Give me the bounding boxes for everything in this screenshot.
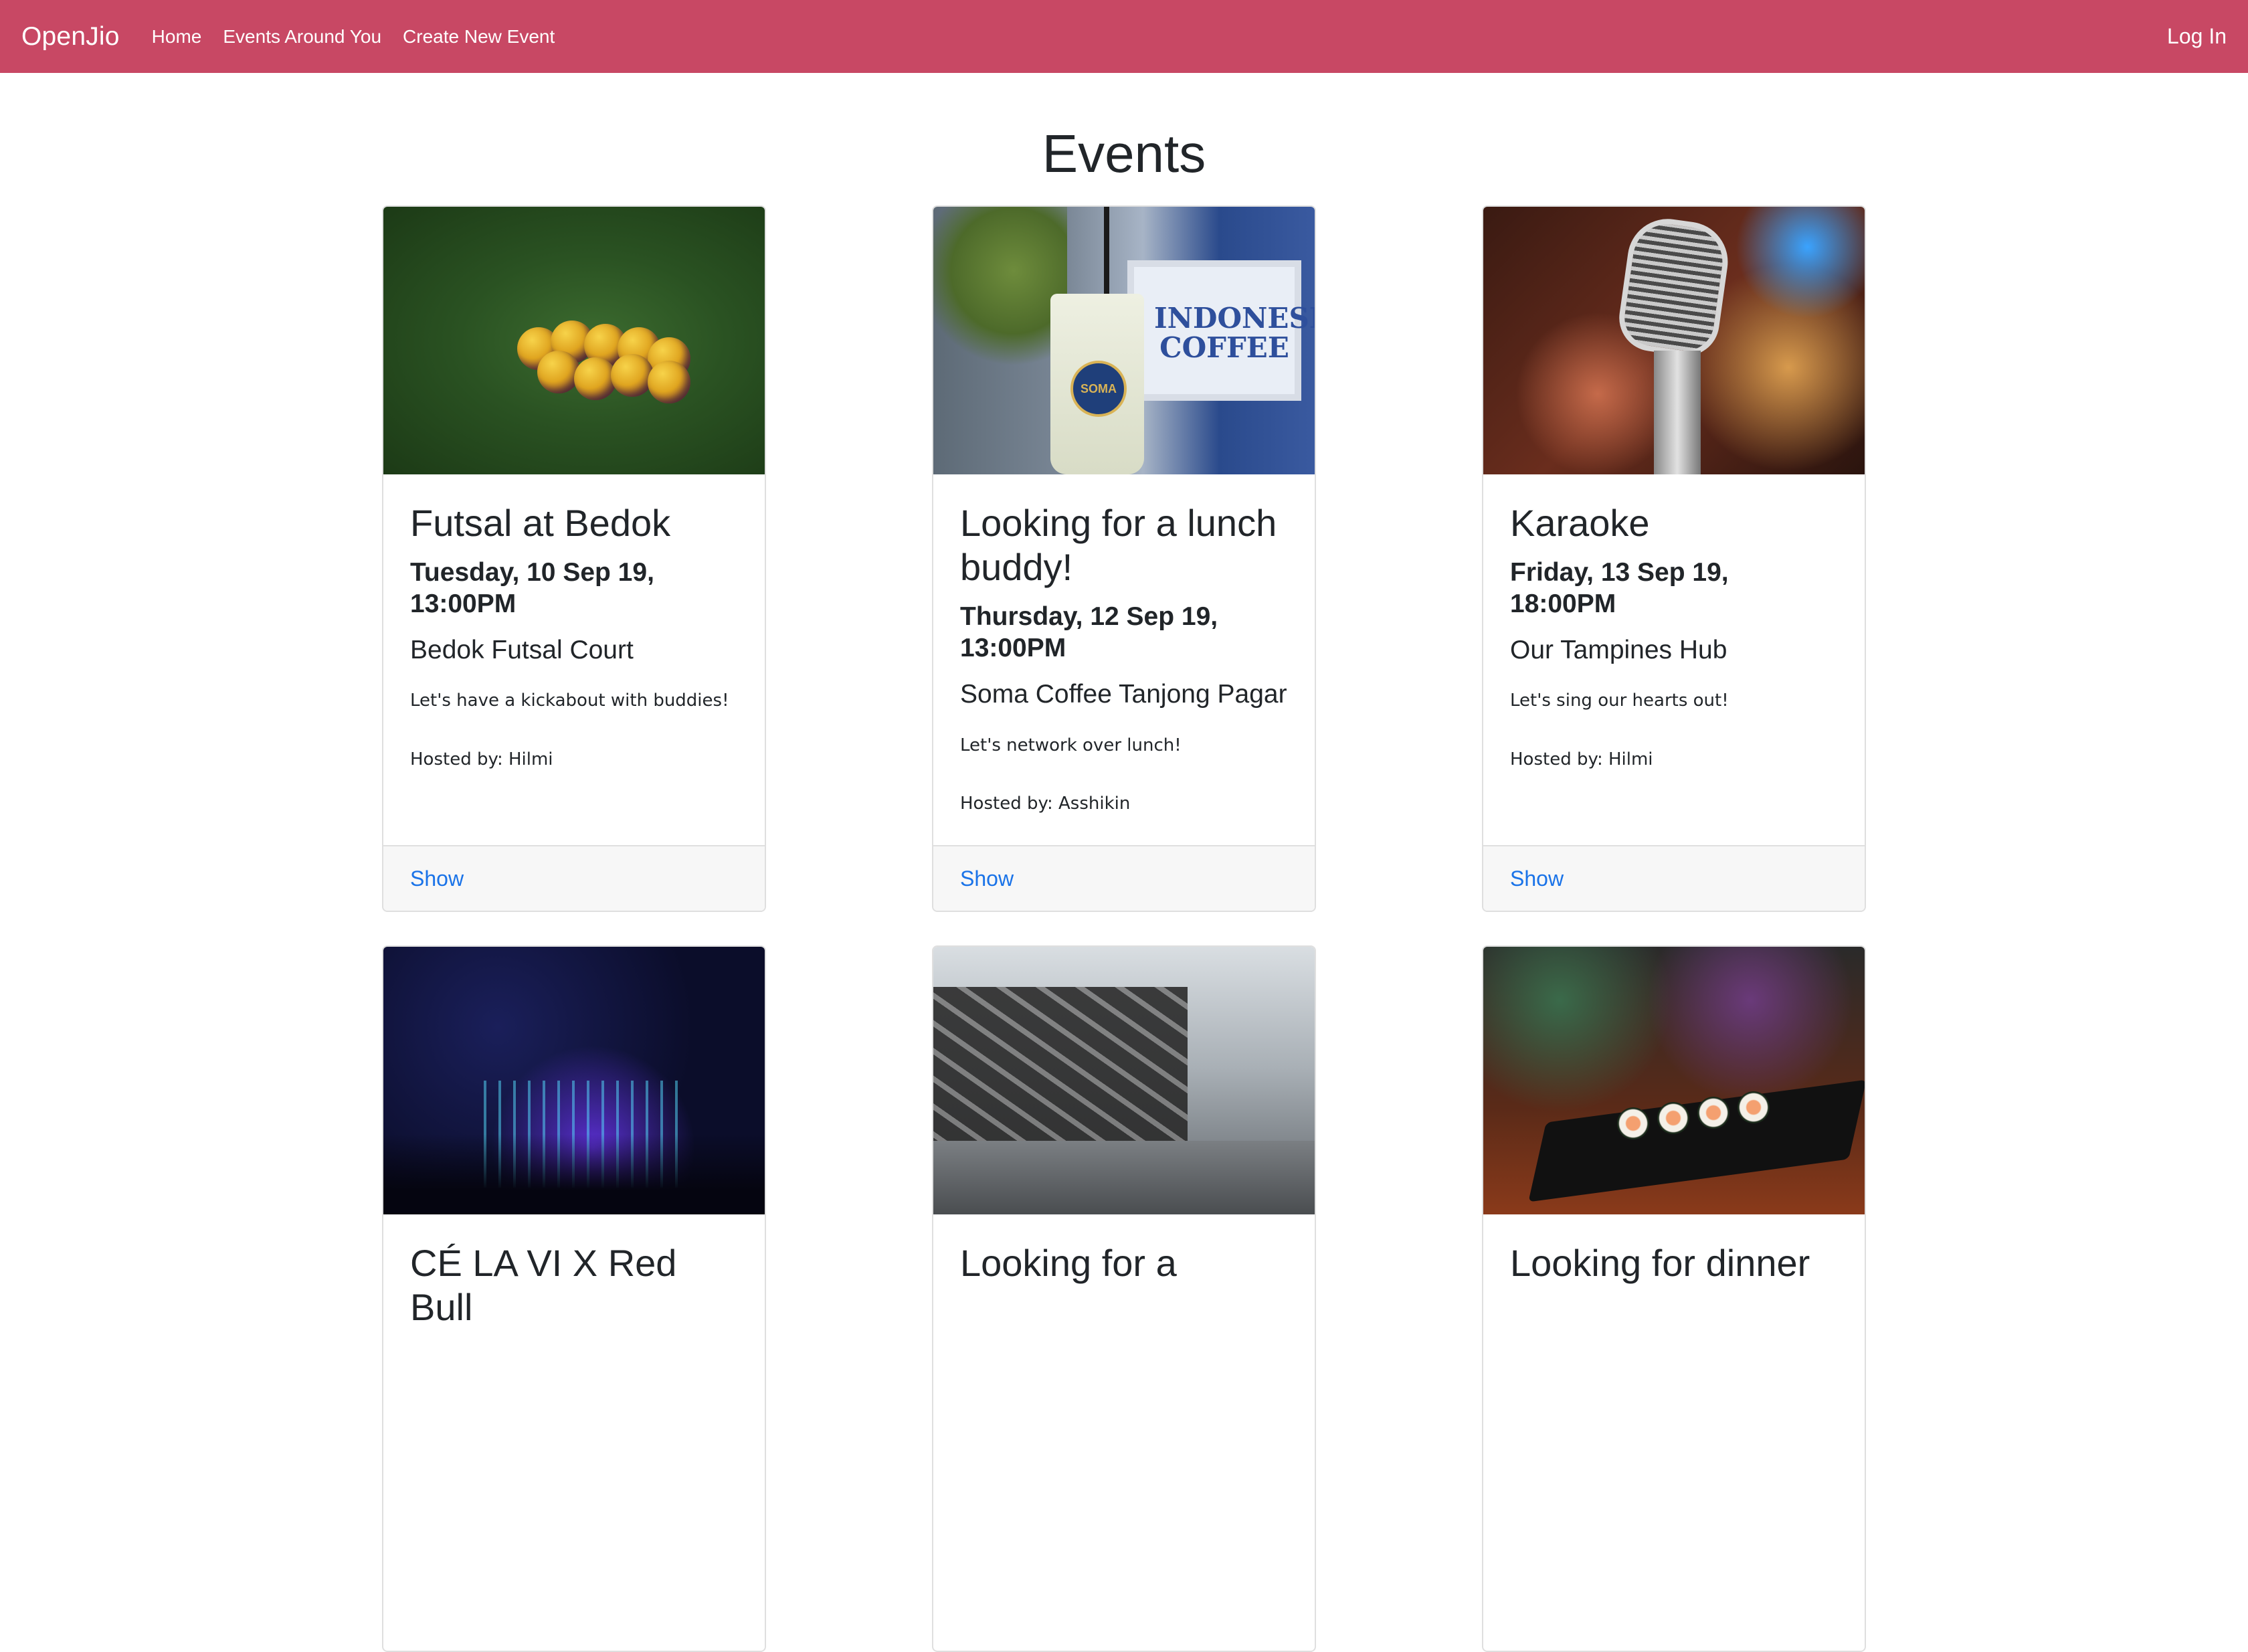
nav-link-home[interactable]: Home (152, 26, 202, 48)
soma-logo: SOMA (1070, 361, 1127, 417)
event-description: Let's have a kickabout with buddies! (410, 691, 729, 711)
brand-logo[interactable]: OpenJio (21, 22, 120, 52)
event-card: Karaoke Friday, 13 Sep 19, 18:00PM Our T… (1482, 205, 1866, 912)
event-image-sushi (1483, 947, 1865, 1214)
sushi-icon (1738, 1091, 1770, 1123)
microphone-stand-image (1654, 351, 1701, 474)
soccer-ball-icon (537, 351, 580, 393)
card-footer: Show (1483, 845, 1865, 911)
card-body: Karaoke Friday, 13 Sep 19, 18:00PM Our T… (1483, 474, 1865, 845)
card-body: Looking for a (933, 1214, 1315, 1651)
event-venue: Bedok Futsal Court (410, 635, 634, 664)
event-card: Futsal at Bedok Tuesday, 10 Sep 19, 13:0… (382, 205, 766, 912)
login-link[interactable]: Log In (2167, 24, 2227, 49)
event-image-nightclub (383, 947, 765, 1214)
event-title: CÉ LA VI X Red Bull (410, 1242, 677, 1329)
event-description: Let's network over lunch! (960, 735, 1182, 755)
plate-image (1528, 1079, 1865, 1202)
microphone-icon (1614, 213, 1734, 361)
show-event-link[interactable]: Show (410, 866, 464, 891)
page-title: Events (1042, 124, 1206, 183)
event-host: Hosted by: Hilmi (1510, 749, 1653, 770)
sushi-icon (1657, 1102, 1689, 1134)
show-event-link[interactable]: Show (1510, 866, 1564, 891)
event-card: CÉ LA VI X Red Bull (382, 945, 766, 1652)
event-title: Looking for a (960, 1242, 1177, 1284)
event-card: Looking for dinner (1482, 945, 1866, 1652)
card-footer: Show (933, 845, 1315, 911)
top-navbar: OpenJio Home Events Around You Create Ne… (0, 0, 2248, 73)
gym-floor-image (933, 1141, 1315, 1214)
card-footer: Show (383, 845, 765, 911)
event-grid: Futsal at Bedok Tuesday, 10 Sep 19, 13:0… (382, 205, 1866, 1652)
nav-link-events-around-you[interactable]: Events Around You (223, 26, 381, 48)
event-image-microphone (1483, 207, 1865, 474)
event-date: Thursday, 12 Sep 19, 13:00PM (960, 602, 1218, 662)
nav-link-create-new-event[interactable]: Create New Event (403, 26, 555, 48)
show-event-link[interactable]: Show (960, 866, 1014, 891)
coffee-sign-text: INDONESIAN COFFEE (1154, 302, 1315, 365)
event-description: Let's sing our hearts out! (1510, 691, 1729, 711)
event-date: Tuesday, 10 Sep 19, 13:00PM (410, 558, 654, 618)
card-body: Looking for a lunch buddy! Thursday, 12 … (933, 474, 1315, 845)
event-title: Looking for dinner (1510, 1242, 1810, 1284)
event-host: Hosted by: Asshikin (960, 794, 1131, 814)
straw-image (1104, 207, 1109, 307)
coffee-sign-image: INDONESIAN COFFEE (1127, 260, 1315, 401)
event-image-gym (933, 947, 1315, 1214)
soccer-ball-icon (611, 354, 654, 397)
event-image-iced-coffee: INDONESIAN COFFEE SOMA (933, 207, 1315, 474)
nav-links: Home Events Around You Create New Event (152, 26, 577, 48)
plant-image (933, 207, 1067, 367)
event-title: Looking for a lunch buddy! (960, 502, 1277, 589)
event-venue: Our Tampines Hub (1510, 635, 1727, 664)
event-title: Futsal at Bedok (410, 502, 671, 544)
event-date: Friday, 13 Sep 19, 18:00PM (1510, 558, 1729, 618)
event-card: INDONESIAN COFFEE SOMA Looking for a lun… (932, 205, 1316, 912)
sushi-icon (1617, 1107, 1649, 1139)
card-body: Looking for dinner (1483, 1214, 1865, 1651)
event-host: Hosted by: Hilmi (410, 749, 553, 770)
event-venue: Soma Coffee Tanjong Pagar (960, 679, 1287, 709)
card-body: CÉ LA VI X Red Bull (383, 1214, 765, 1651)
crowd-image (383, 1134, 765, 1214)
event-title: Karaoke (1510, 502, 1650, 544)
sushi-icon (1697, 1097, 1729, 1129)
card-body: Futsal at Bedok Tuesday, 10 Sep 19, 13:0… (383, 474, 765, 845)
event-card: Looking for a (932, 945, 1316, 1652)
event-image-soccer-balls (383, 207, 765, 474)
soccer-ball-icon (648, 361, 690, 403)
soccer-ball-icon (574, 357, 617, 400)
